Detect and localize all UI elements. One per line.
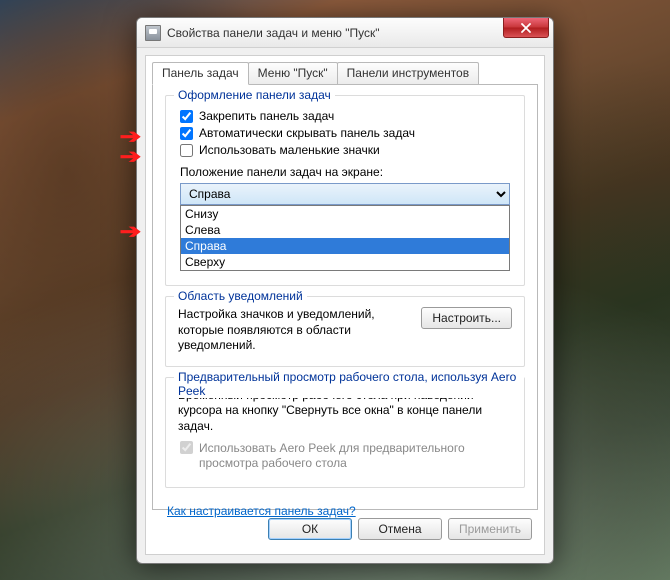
- apply-button[interactable]: Применить: [448, 518, 532, 540]
- position-option-right[interactable]: Справа: [181, 238, 509, 254]
- window-title: Свойства панели задач и меню "Пуск": [167, 26, 380, 40]
- notification-area-text: Настройка значков и уведомлений, которые…: [178, 307, 411, 354]
- small-icons-label: Использовать маленькие значки: [199, 143, 380, 157]
- lock-taskbar-label: Закрепить панель задач: [199, 109, 334, 123]
- client-area: Панель задач Меню "Пуск" Панели инструме…: [145, 55, 545, 555]
- aero-peek-title: Предварительный просмотр рабочего стола,…: [174, 370, 524, 398]
- aero-peek-checkbox-row: Использовать Aero Peek для предварительн…: [180, 441, 512, 472]
- aero-peek-checkbox: [180, 441, 193, 454]
- dialog-buttons: ОК Отмена Применить: [146, 518, 544, 546]
- position-label: Положение панели задач на экране:: [180, 165, 512, 179]
- appearance-group: Оформление панели задач Закрепить панель…: [165, 95, 525, 286]
- tab-toolbars[interactable]: Панели инструментов: [337, 62, 479, 84]
- ok-button[interactable]: ОК: [268, 518, 352, 540]
- appearance-group-title: Оформление панели задач: [174, 88, 335, 102]
- aero-peek-group: Предварительный просмотр рабочего стола,…: [165, 377, 525, 488]
- tab-strip: Панель задач Меню "Пуск" Панели инструме…: [152, 62, 538, 85]
- position-dropdown[interactable]: Справа Снизу Слева Справа Сверху: [180, 183, 510, 205]
- close-button[interactable]: [503, 18, 549, 38]
- help-link[interactable]: Как настраивается панель задач?: [167, 504, 356, 518]
- aero-peek-checkbox-label: Использовать Aero Peek для предварительн…: [199, 441, 512, 472]
- notification-area-title: Область уведомлений: [174, 289, 307, 303]
- autohide-checkbox[interactable]: [180, 127, 193, 140]
- close-icon: [521, 23, 531, 33]
- cancel-button[interactable]: Отмена: [358, 518, 442, 540]
- autohide-label: Автоматически скрывать панель задач: [199, 126, 415, 140]
- position-select[interactable]: Справа: [180, 183, 510, 205]
- tab-taskbar[interactable]: Панель задач: [152, 62, 249, 85]
- window-icon: [145, 25, 161, 41]
- notification-area-group: Область уведомлений Настройка значков и …: [165, 296, 525, 367]
- position-option-left[interactable]: Слева: [181, 222, 509, 238]
- position-option-top[interactable]: Сверху: [181, 254, 509, 270]
- autohide-row[interactable]: Автоматически скрывать панель задач: [180, 126, 512, 140]
- position-dropdown-list[interactable]: Снизу Слева Справа Сверху: [180, 205, 510, 271]
- small-icons-checkbox[interactable]: [180, 144, 193, 157]
- lock-taskbar-row[interactable]: Закрепить панель задач: [180, 109, 512, 123]
- lock-taskbar-checkbox[interactable]: [180, 110, 193, 123]
- tab-body: Оформление панели задач Закрепить панель…: [152, 84, 538, 510]
- position-option-bottom[interactable]: Снизу: [181, 206, 509, 222]
- small-icons-row[interactable]: Использовать маленькие значки: [180, 143, 512, 157]
- customize-button[interactable]: Настроить...: [421, 307, 512, 329]
- title-bar[interactable]: Свойства панели задач и меню "Пуск": [137, 18, 553, 48]
- taskbar-properties-window: Свойства панели задач и меню "Пуск" Пане…: [136, 17, 554, 564]
- tab-start-menu[interactable]: Меню "Пуск": [248, 62, 338, 84]
